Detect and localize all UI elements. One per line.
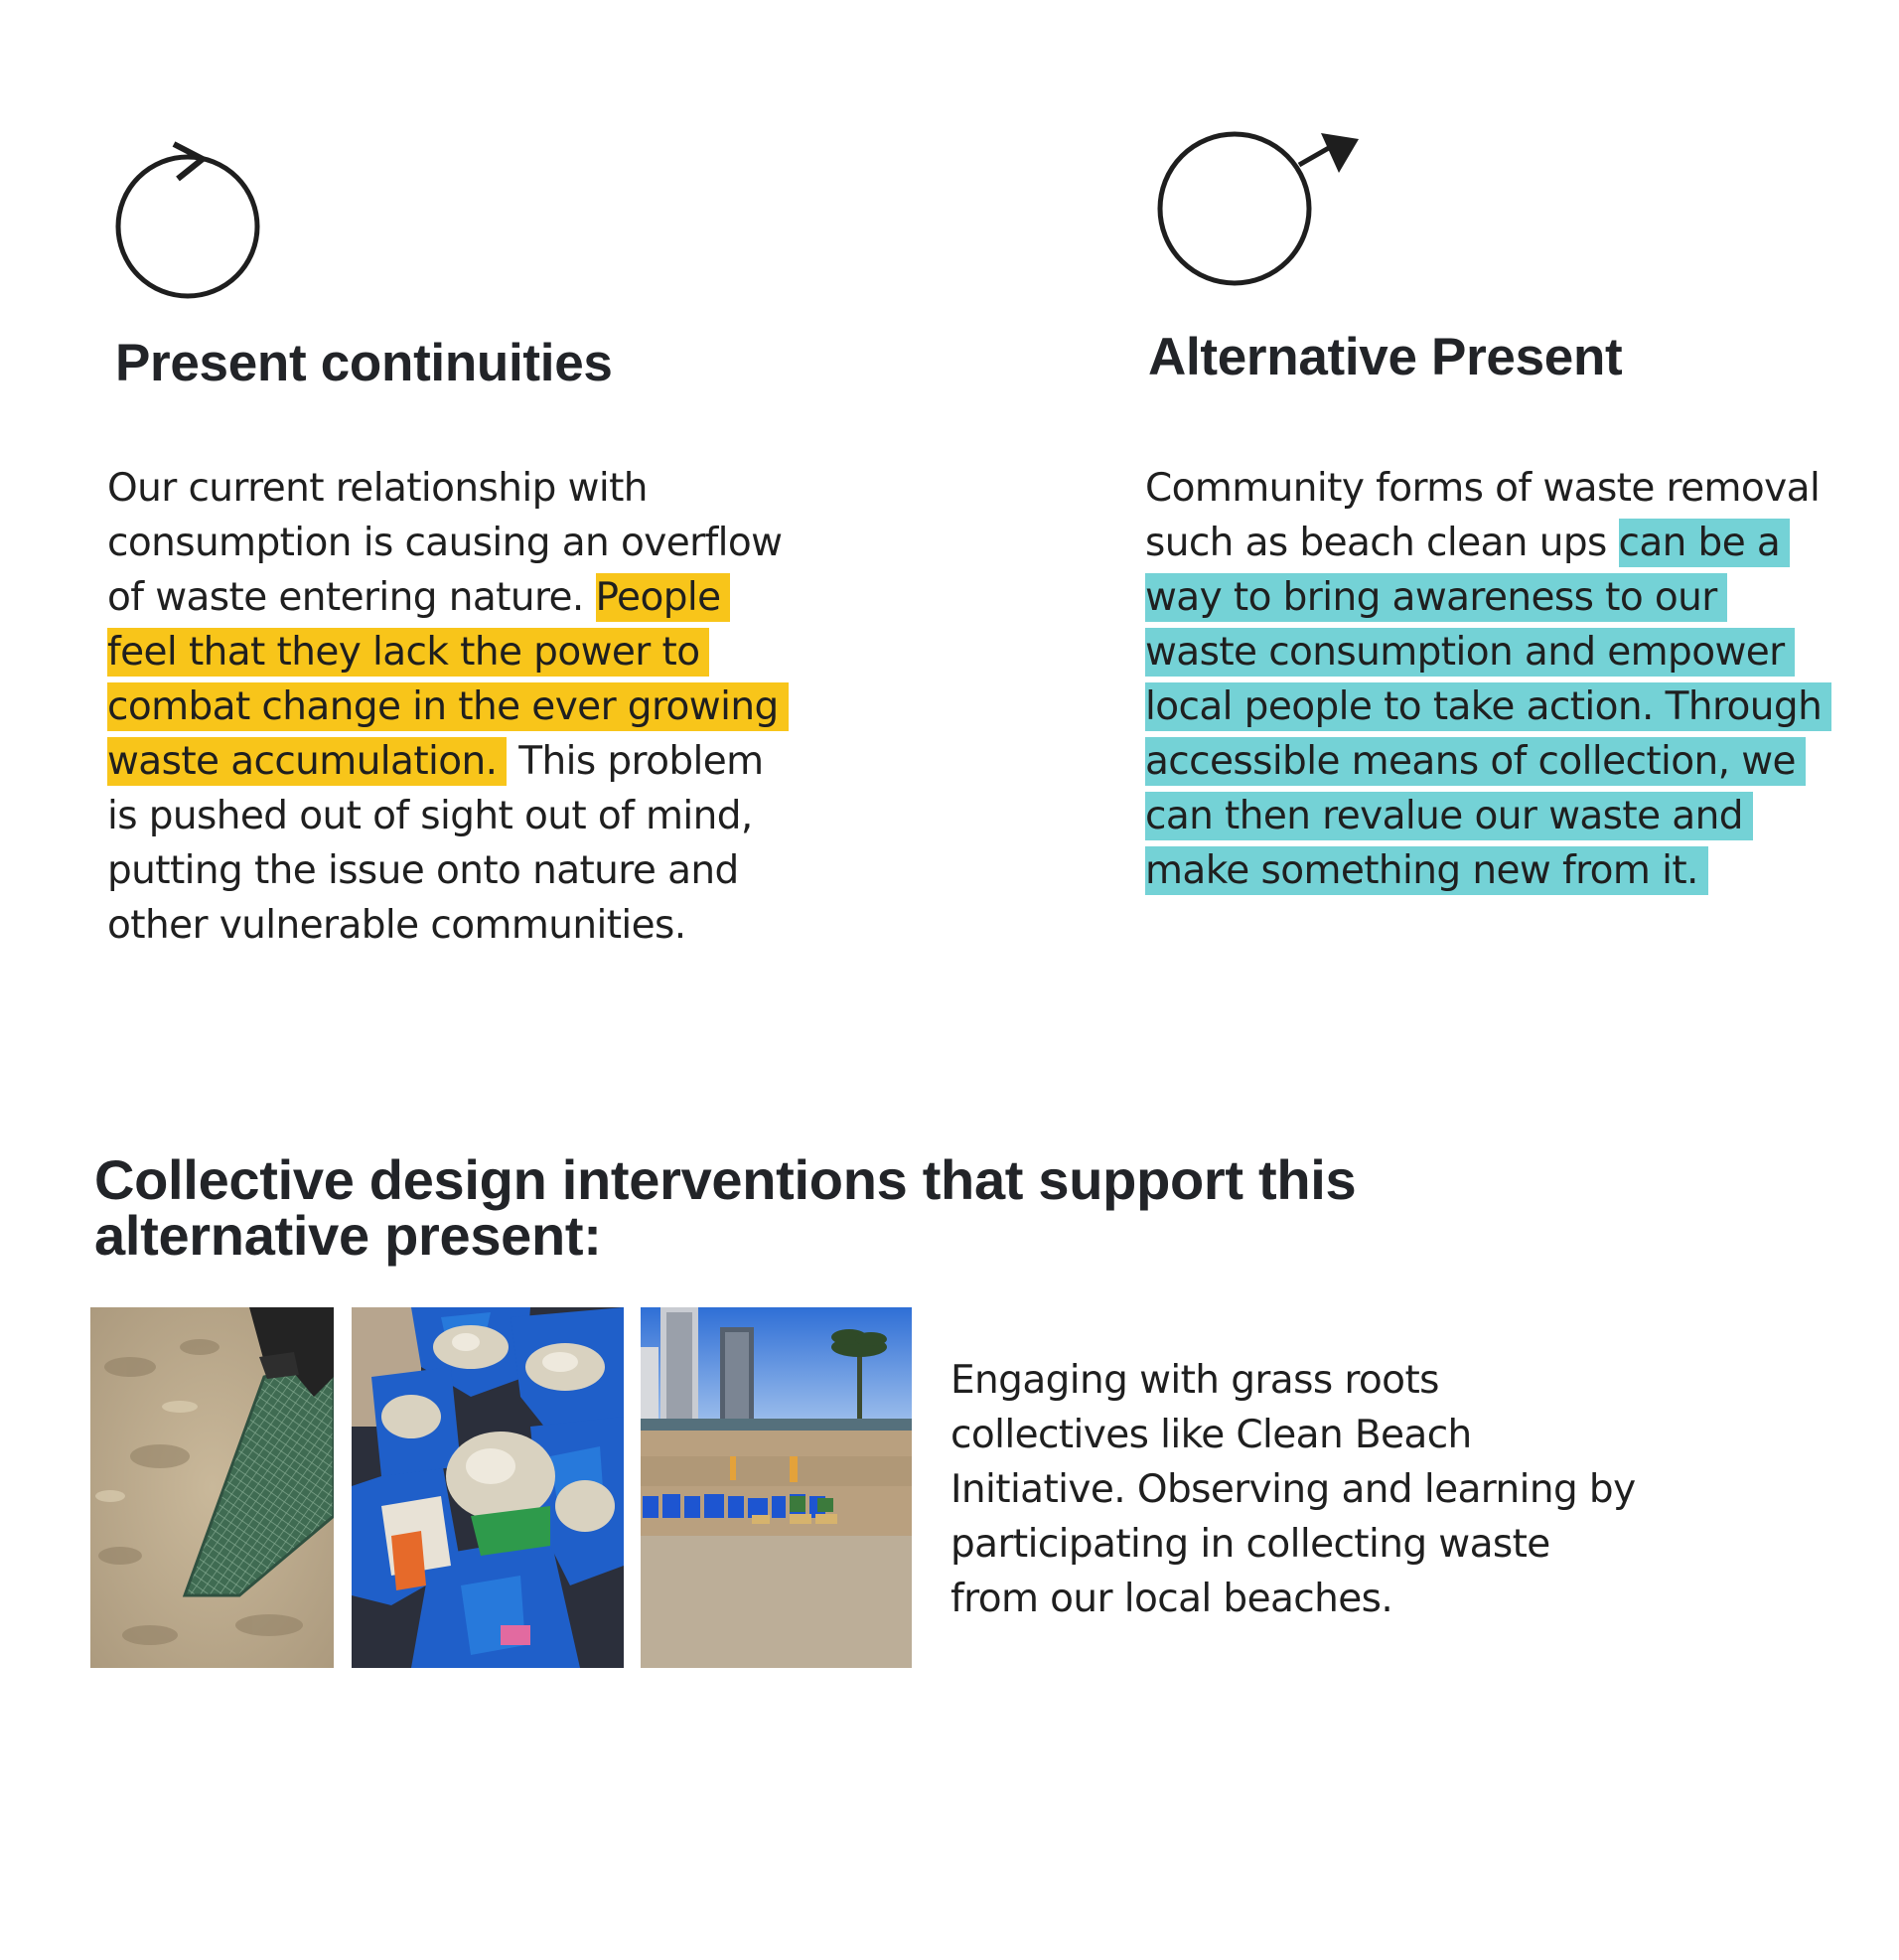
caption-line: collectives like Clean Beach — [950, 1413, 1472, 1457]
alternative-present-paragraph: Community forms of waste removal such as… — [1145, 461, 1860, 898]
blue-bags-waste-photo — [352, 1307, 624, 1668]
caption-line: Initiative. Observing and learning by — [950, 1467, 1636, 1512]
highlighted-text: can be a — [1618, 519, 1791, 567]
present-continuities-paragraph: Our current relationship with consumptio… — [107, 461, 803, 953]
beach-collection-bags-photo — [641, 1307, 912, 1668]
photos-caption: Engaging with grass roots collectives li… — [950, 1353, 1785, 1626]
highlighted-text: local people to take action. Through — [1145, 682, 1832, 731]
highlighted-text: combat change in the ever growing — [107, 682, 789, 731]
section-title-line: alternative present: — [94, 1204, 602, 1267]
caption-line: from our local beaches. — [950, 1577, 1393, 1621]
paragraph-line: of waste entering nature. — [107, 575, 596, 620]
paragraph-line: Our current relationship with — [107, 466, 649, 511]
circle-outward-arrow-icon — [1150, 125, 1369, 289]
highlighted-text: waste consumption and empower — [1145, 628, 1795, 677]
beach-sand-net-photo — [90, 1307, 334, 1668]
section-title-line: Collective design interventions that sup… — [94, 1148, 1357, 1211]
paragraph-line: other vulnerable communities. — [107, 903, 686, 948]
present-continuities-title: Present continuities — [115, 334, 613, 392]
paragraph-line: consumption is causing an overflow — [107, 521, 783, 565]
highlighted-text: People — [595, 573, 731, 622]
paragraph-line: Community forms of waste removal — [1145, 466, 1821, 511]
section-title: Collective design interventions that sup… — [94, 1152, 1357, 1267]
paragraph-line: putting the issue onto nature and — [107, 848, 739, 893]
caption-line: Engaging with grass roots — [950, 1358, 1439, 1403]
paragraph-line: This problem — [507, 739, 764, 784]
highlighted-text: way to bring awareness to our — [1145, 573, 1727, 622]
highlighted-text: waste accumulation. — [107, 737, 508, 786]
circular-arrow-icon — [110, 134, 269, 308]
highlighted-text: make something new from it. — [1145, 846, 1708, 895]
paragraph-line: such as beach clean ups — [1145, 521, 1619, 565]
highlighted-text: accessible means of collection, we — [1145, 737, 1806, 786]
highlighted-text: can then revalue our waste and — [1145, 792, 1753, 840]
highlighted-text: feel that they lack the power to — [107, 628, 710, 677]
paragraph-line: is pushed out of sight out of mind, — [107, 794, 753, 838]
alternative-present-title: Alternative Present — [1148, 328, 1623, 386]
caption-line: participating in collecting waste — [950, 1522, 1550, 1567]
